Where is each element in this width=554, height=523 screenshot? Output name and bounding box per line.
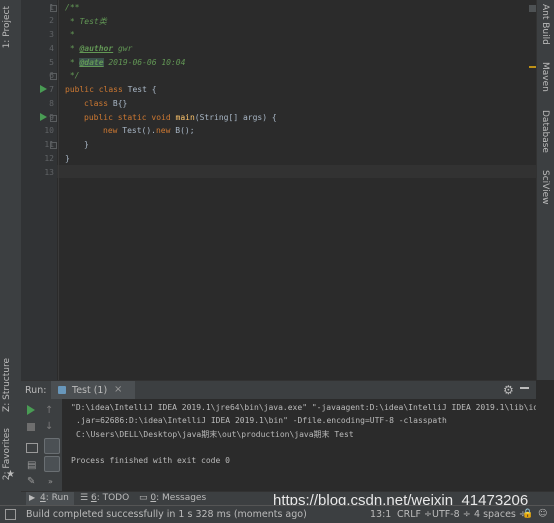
inspection-status-icon[interactable]: [529, 5, 536, 12]
more-icon[interactable]: »: [48, 477, 53, 486]
code-line-2: * Test类: [65, 17, 107, 26]
tool-windows-icon[interactable]: [5, 509, 16, 520]
code-line-1: /**: [65, 3, 80, 12]
run-tool-tab[interactable]: ▶ 4: Run: [26, 492, 74, 505]
run-tab-text: : Run: [45, 493, 69, 503]
project-tool-tab[interactable]: 1: Project: [2, 6, 12, 48]
code-line-7: public class Test {: [65, 85, 157, 94]
line-number: 2: [49, 16, 54, 25]
todo-tab-text: : TODO: [96, 493, 130, 503]
line-number: 8: [49, 99, 54, 108]
line-number: 10: [44, 126, 54, 135]
console-line: .jar=62686:D:\idea\IntelliJ IDEA 2019.1\…: [76, 416, 447, 425]
pin-icon[interactable]: ✎: [27, 476, 35, 487]
line-number: 4: [49, 44, 54, 53]
line-number: 13: [44, 168, 54, 177]
console-line: Process finished with exit code 0: [71, 456, 230, 465]
indent-guide: [58, 0, 59, 380]
line-number: 12: [44, 154, 54, 163]
print-icon[interactable]: ▤: [27, 460, 36, 471]
line-separator[interactable]: CRLF ÷: [397, 509, 432, 520]
console-line: C:\Users\DELL\Desktop\java期末\out\product…: [76, 430, 354, 439]
messages-tab-text: : Messages: [156, 493, 207, 503]
run-main-icon[interactable]: [40, 113, 47, 121]
fold-icon[interactable]: [50, 142, 57, 149]
line-number: 7: [49, 85, 54, 94]
star-icon: ★: [6, 469, 15, 480]
run-class-icon[interactable]: [40, 85, 47, 93]
stop-icon[interactable]: [27, 423, 35, 431]
file-encoding[interactable]: UTF-8 ÷: [432, 509, 471, 520]
todo-icon: ☰: [80, 493, 89, 503]
editor-gutter: 1 2 3 4 5 6 7 8 9 10 11 12 13: [21, 0, 57, 380]
close-tab-icon[interactable]: ×: [114, 384, 122, 395]
current-line-highlight: [57, 165, 536, 178]
play-icon: ▶: [29, 493, 36, 502]
indent-setting[interactable]: 4 spaces ÷: [474, 509, 527, 520]
structure-tool-tab[interactable]: Z: Structure: [2, 358, 12, 412]
run-tab[interactable]: Test (1) ×: [51, 381, 135, 400]
code-line-8: class B{}: [84, 99, 128, 108]
messages-tool-tab[interactable]: ▭ 0: Messages: [139, 493, 206, 503]
code-editor[interactable]: /** * Test类 * * @author gwr * @date 2019…: [57, 0, 536, 380]
left-tool-strip: 1: Project Z: Structure 2: Favorites ★: [0, 0, 22, 505]
code-line-5: * @date 2019-06-06 10:04: [65, 58, 186, 67]
scroll-down-icon[interactable]: ↓: [45, 421, 53, 432]
rerun-icon[interactable]: [27, 405, 35, 415]
layout-icon[interactable]: [26, 443, 38, 453]
run-config-icon: [58, 386, 66, 394]
scroll-up-icon[interactable]: ↑: [45, 405, 53, 416]
code-line-9: public static void main(String[] args) {: [84, 113, 277, 122]
warning-marker[interactable]: [529, 66, 536, 68]
run-console[interactable]: "D:\idea\IntelliJ IDEA 2019.1\jre64\bin\…: [62, 399, 536, 491]
run-toolbar: ↑ ↓ ▤ ✎ »: [21, 399, 62, 491]
gear-icon[interactable]: ⚙: [503, 383, 514, 397]
line-number: 5: [49, 58, 54, 67]
sciview-tool-tab[interactable]: SciView: [540, 170, 550, 205]
fold-icon[interactable]: [50, 73, 57, 80]
scroll-to-end-icon[interactable]: [44, 456, 60, 472]
ant-build-tool-tab[interactable]: Ant Build: [540, 4, 550, 45]
code-line-3: *: [65, 30, 75, 39]
messages-icon: ▭: [139, 493, 148, 503]
console-line: "D:\idea\IntelliJ IDEA 2019.1\jre64\bin\…: [71, 403, 536, 412]
fold-icon[interactable]: [50, 5, 57, 12]
minimize-icon[interactable]: [520, 387, 529, 389]
code-line-12: }: [65, 154, 70, 163]
right-tool-strip: Ant Build Maven Database SciView: [536, 0, 554, 380]
fold-icon[interactable]: [50, 115, 57, 122]
database-tool-tab[interactable]: Database: [540, 110, 550, 153]
code-line-4: * @author gwr: [65, 44, 133, 53]
line-number: 3: [49, 30, 54, 39]
maven-tool-tab[interactable]: Maven: [540, 62, 550, 92]
run-panel-label: Run:: [25, 385, 47, 396]
inspector-icon[interactable]: ☺: [538, 509, 547, 519]
run-tab-label: Test (1): [72, 385, 108, 396]
soft-wrap-icon[interactable]: [44, 438, 60, 454]
status-bar: Build completed successfully in 1 s 328 …: [0, 505, 554, 523]
code-line-10: new Test().new B();: [103, 126, 195, 135]
status-message: Build completed successfully in 1 s 328 …: [26, 509, 307, 520]
code-line-6: */: [65, 71, 80, 80]
caret-position[interactable]: 13:1: [370, 509, 391, 520]
run-panel-header: Run: Test (1) × ⚙: [21, 380, 536, 400]
lock-icon[interactable]: 🔒: [522, 509, 533, 519]
todo-tool-tab[interactable]: ☰ 6: TODO: [80, 493, 129, 503]
code-line-11: }: [84, 140, 89, 149]
